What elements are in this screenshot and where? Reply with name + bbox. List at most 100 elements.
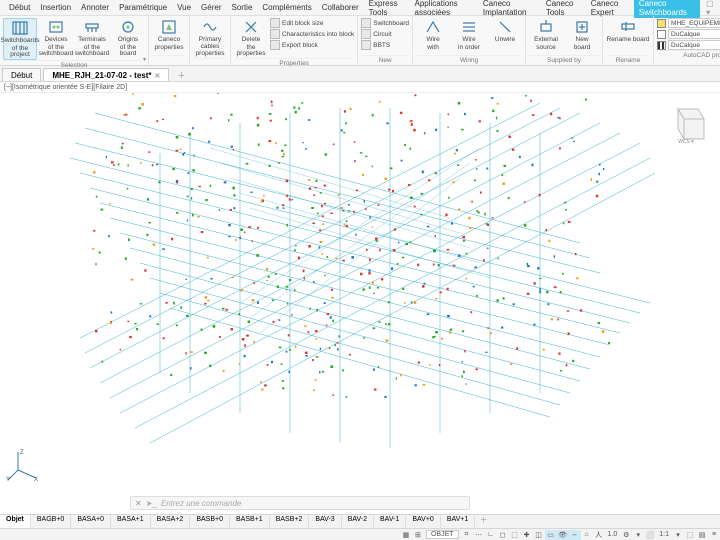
- menu-caneco-implantation[interactable]: Caneco Implantation: [478, 0, 541, 18]
- btn-caneco-properties[interactable]: Caneco properties: [152, 18, 186, 51]
- color-selector[interactable]: DuCalque: [668, 29, 720, 39]
- menu-vue[interactable]: Vue: [172, 2, 196, 13]
- layout-tab[interactable]: BAV-1: [374, 515, 406, 528]
- status-btn[interactable]: 👁: [557, 530, 569, 540]
- menu-applications[interactable]: Applications associées: [410, 0, 478, 18]
- tab-debut[interactable]: Début: [2, 68, 41, 81]
- btn-primary-cables[interactable]: Primary cables properties: [193, 18, 227, 58]
- layout-tab[interactable]: BAV-3: [309, 515, 341, 528]
- terminals-icon: [83, 18, 101, 36]
- btn-terminals-switchboard[interactable]: Terminals of the switchboard: [75, 18, 109, 58]
- cmdline-placeholder: Entrez une commande: [161, 499, 242, 508]
- btn-new-switchboard[interactable]: Switchboard: [361, 18, 409, 28]
- wire-order-icon: [460, 18, 478, 36]
- panel-expand-icon[interactable]: ▾: [143, 56, 146, 63]
- status-scale[interactable]: 1:1: [656, 531, 672, 538]
- layout-tab[interactable]: BAGB+0: [31, 515, 71, 528]
- btn-new-board[interactable]: New board: [565, 18, 599, 51]
- layout-tab[interactable]: BASB+1: [230, 515, 270, 528]
- status-btn[interactable]: ◫: [533, 530, 545, 540]
- layer-selector[interactable]: MHE_EQUIPEMENTS_BT: [668, 18, 720, 28]
- menu-extra[interactable]: ▢ ▾: [700, 0, 716, 17]
- layout-tab[interactable]: BASA+1: [111, 515, 151, 528]
- btn-unwire[interactable]: Unwire: [488, 18, 522, 45]
- panel-supplied: External source New board Supplied by: [526, 16, 603, 65]
- menu-caneco-switchboards[interactable]: Caneco Switchboards: [634, 0, 700, 18]
- menu-annoter[interactable]: Annoter: [76, 2, 114, 13]
- status-grid-icon[interactable]: ⊞: [412, 530, 424, 540]
- status-gear-icon[interactable]: ⚙: [620, 530, 632, 540]
- menu-complements[interactable]: Compléments: [257, 2, 316, 13]
- viewcube-label: WCS ▾: [678, 139, 694, 145]
- status-btn[interactable]: ▾: [632, 530, 644, 540]
- cmdline-close-icon[interactable]: ✕: [135, 499, 142, 508]
- status-osnap-icon[interactable]: ◻: [497, 530, 509, 540]
- layout-tab[interactable]: BAV+0: [406, 515, 440, 528]
- menu-collaborer[interactable]: Collaborer: [317, 2, 364, 13]
- status-btn[interactable]: ⬜: [644, 530, 656, 540]
- command-line[interactable]: ✕ ➤_ Entrez une commande: [130, 496, 470, 510]
- linetype-icon: [657, 41, 666, 50]
- btn-new-circuit[interactable]: Circuit: [361, 29, 409, 39]
- btn-origins-board[interactable]: Origins of the board: [111, 18, 145, 58]
- btn-delete-properties[interactable]: Delete the properties: [234, 18, 268, 58]
- btn-edit-block-size[interactable]: Edit block size: [270, 18, 354, 28]
- menu-debut[interactable]: Début: [4, 2, 35, 13]
- menu-parametrique[interactable]: Paramétrique: [114, 2, 172, 13]
- menu-sortie[interactable]: Sortie: [227, 2, 258, 13]
- svg-text:Y: Y: [6, 477, 10, 482]
- layout-tab[interactable]: BAV+1: [441, 515, 475, 528]
- btn-export-block[interactable]: Export block: [270, 40, 354, 50]
- tab-drawing[interactable]: MHE_RJH_21-07-02 - test*✕: [43, 68, 169, 81]
- export-block-icon: [270, 40, 280, 50]
- menu-caneco-tools[interactable]: Caneco Tools: [541, 0, 586, 18]
- layout-tab[interactable]: BASB+0: [190, 515, 230, 528]
- status-btn[interactable]: ▭: [545, 530, 557, 540]
- menu-insertion[interactable]: Insertion: [35, 2, 76, 13]
- status-btn[interactable]: ▾: [672, 530, 684, 540]
- status-polar-icon[interactable]: ∟: [485, 530, 497, 540]
- status-btn[interactable]: ⋯: [473, 530, 485, 540]
- layout-tab[interactable]: Objet: [0, 515, 31, 528]
- isometric-model: [40, 93, 690, 483]
- status-menu-icon[interactable]: ≡: [708, 530, 720, 540]
- status-person-icon[interactable]: 人: [593, 530, 605, 540]
- panel-title-selection: Selection: [3, 60, 145, 70]
- status-snap-icon[interactable]: ⌗: [461, 530, 473, 540]
- menu-gerer[interactable]: Gérer: [196, 2, 226, 13]
- main-menu-bar: Début Insertion Annoter Paramétrique Vue…: [0, 0, 720, 16]
- viewcube[interactable]: WCS ▾: [664, 101, 708, 145]
- btn-rename-board[interactable]: Rename board: [606, 18, 650, 44]
- status-btn[interactable]: ▤: [696, 530, 708, 540]
- btn-switchboards-project[interactable]: Switchboards of the project: [3, 18, 37, 60]
- status-btn[interactable]: ⬚: [684, 530, 696, 540]
- layout-tab[interactable]: BAV-2: [342, 515, 374, 528]
- status-model-icon[interactable]: ▦: [400, 530, 412, 540]
- status-btn[interactable]: ⌂: [581, 530, 593, 540]
- layout-tab[interactable]: BASB+2: [270, 515, 310, 528]
- btn-new-bbts[interactable]: BBTS: [361, 40, 409, 50]
- layout-tab[interactable]: BASA+0: [71, 515, 111, 528]
- close-tab-icon[interactable]: ✕: [155, 72, 161, 80]
- layout-tab[interactable]: BASA+2: [151, 515, 191, 528]
- btn-characteristics-block[interactable]: Characteristics into block: [270, 29, 354, 39]
- status-btn[interactable]: ⬚: [509, 530, 521, 540]
- status-stepper[interactable]: 1.0: [605, 531, 621, 538]
- drawing-canvas[interactable]: WCS ▾ Z X Y ✕ ➤_ Entrez une commande: [0, 93, 720, 514]
- viewport-label[interactable]: [~][Isométrique orientée S-E][Filaire 2D…: [0, 82, 720, 93]
- status-btn[interactable]: ✚: [521, 530, 533, 540]
- menu-express-tools[interactable]: Express Tools: [364, 0, 410, 18]
- status-btn[interactable]: ↔: [569, 530, 581, 540]
- btn-wire-order[interactable]: Wire in order: [452, 18, 486, 51]
- menu-caneco-expert[interactable]: Caneco Expert: [586, 0, 634, 18]
- btn-wire-with[interactable]: Wire with: [416, 18, 450, 51]
- ribbon: Switchboards of the project Devices of t…: [0, 16, 720, 66]
- switchboard-icon: [361, 18, 371, 28]
- add-layout-button[interactable]: ＋: [475, 515, 492, 528]
- btn-devices-switchboard[interactable]: Devices of the switchboard: [39, 18, 73, 58]
- btn-external-source[interactable]: External source: [529, 18, 563, 51]
- new-tab-button[interactable]: ＋: [171, 70, 191, 81]
- unwire-icon: [496, 18, 514, 36]
- status-objet-label[interactable]: OBJET: [426, 530, 459, 539]
- linetype-selector[interactable]: DuCalque: [668, 40, 720, 50]
